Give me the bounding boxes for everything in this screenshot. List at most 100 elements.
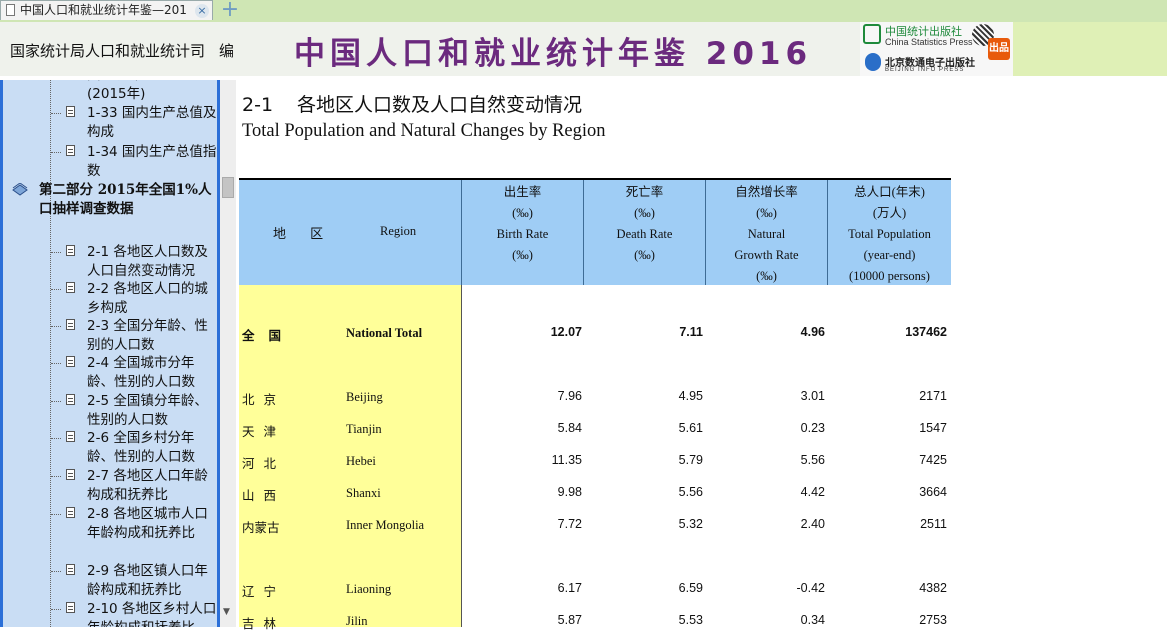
cell-death: 6.59	[678, 581, 703, 595]
cell-growth: 0.23	[800, 421, 825, 435]
cell-birth: 6.17	[557, 581, 582, 595]
cell-pop: 3664	[919, 485, 947, 499]
header-line: (‰)	[756, 269, 777, 283]
header-region-cn: 地 区	[273, 227, 334, 242]
page-icon	[66, 431, 75, 442]
table-row-total: 全国 National Total 12.07 7.11 4.96 137462	[236, 325, 951, 345]
page-icon	[66, 106, 75, 117]
region-name-cn: 全国	[242, 328, 296, 343]
toc-item-1-33[interactable]: 1-33 国内生产总值及构成	[87, 104, 217, 142]
header-line: (‰)	[756, 206, 777, 220]
tab-title: 中国人口和就业统计年鉴—201	[20, 3, 187, 17]
toc-item[interactable]: 2-5 全国镇分年龄、性别的人口数	[87, 392, 217, 430]
region-name-en: Tianjin	[346, 422, 382, 436]
header-line: 总人口(年末)	[854, 185, 925, 199]
cell-pop: 7425	[919, 453, 947, 467]
cell-birth: 5.84	[557, 421, 582, 435]
book-title: 中国人口和就业统计年鉴 2016	[294, 36, 813, 72]
toc-item[interactable]: 2-9 各地区镇人口年龄构成和抚养比	[87, 562, 217, 600]
content-pane: 2-1 各地区人口数及人口自然变动情况 Total Population and …	[236, 80, 1167, 631]
toc-item[interactable]: 2-4 全国城市分年龄、性别的人口数	[87, 354, 217, 392]
header-growth-rate: 自然增长率 (‰) Natural Growth Rate (‰)	[706, 180, 827, 285]
toc-item-label: 2-9 各地区镇人口年龄构成和抚养比	[87, 563, 208, 598]
toc-item-label: 1-34 国内生产总值指数	[87, 144, 217, 179]
cell-growth: 2.40	[800, 517, 825, 531]
region-name-cn: 内蒙古	[242, 520, 280, 535]
toc-section-part-2[interactable]: 第二部分 2015年全国1%人口抽样调查数据	[39, 181, 217, 219]
cell-death: 5.61	[678, 421, 703, 435]
region-name-en: Beijing	[346, 390, 383, 404]
cell-pop: 2511	[920, 517, 947, 531]
browser-tab-strip: 中国人口和就业统计年鉴—201 × +	[0, 0, 1167, 23]
publisher-badge: 出品	[988, 38, 1010, 60]
cell-death: 4.95	[678, 389, 703, 403]
toc-item-label: 2-6 全国乡村分年龄、性别的人口数	[87, 430, 195, 465]
region-name-en: Hebei	[346, 454, 376, 468]
cell-birth: 11.35	[551, 453, 582, 467]
tree-branch	[51, 252, 61, 254]
toc-item[interactable]: 2-7 各地区人口年龄构成和抚养比	[87, 467, 217, 505]
toc-item-label: 1-33 国内生产总值及构成	[87, 105, 217, 140]
page-icon	[66, 356, 75, 367]
region-name-cn: 天津	[242, 424, 286, 439]
toc-item[interactable]: 2-10 各地区乡村人口年龄构成和抚养比	[87, 600, 217, 627]
scrollbar-thumb[interactable]	[222, 177, 234, 198]
table-row: 吉林 Jilin 5.87 5.53 0.34 2753	[236, 613, 951, 633]
cell-birth: 12.07	[550, 325, 582, 339]
cell-death: 5.56	[678, 485, 703, 499]
cell-death: 5.79	[678, 453, 703, 467]
tree-branch	[51, 401, 61, 403]
toc-item-1-34[interactable]: 1-34 国内生产总值指数	[87, 143, 217, 181]
region-name-cn: 山西	[242, 488, 286, 503]
header-line: Natural	[747, 227, 786, 241]
cell-pop: 4382	[919, 581, 947, 595]
toc-item[interactable]: 2-8 各地区城市人口年龄构成和抚养比	[87, 505, 217, 562]
scroll-down-arrow-icon[interactable]: ▼	[223, 607, 230, 617]
editor-name: 国家统计局人口和就业统计司	[10, 42, 206, 60]
tree-branch	[51, 438, 61, 440]
cell-growth: 5.56	[800, 453, 825, 467]
header-total-population: 总人口(年末) (万人) Total Population (year-end)…	[828, 180, 951, 285]
tree-branch	[51, 363, 61, 365]
cell-death: 5.32	[678, 517, 703, 531]
header-line: (‰)	[634, 206, 655, 220]
toc-item-label: 2-10 各地区乡村人口年龄构成和抚养比	[87, 601, 217, 627]
cell-pop: 1547	[919, 421, 947, 435]
toc-item[interactable]: 2-6 全国乡村分年龄、性别的人口数	[87, 429, 217, 467]
cell-growth: 3.01	[800, 389, 825, 403]
tree-guide-line	[50, 80, 52, 627]
header-line: Death Rate	[616, 227, 673, 241]
tree-branch	[51, 289, 61, 291]
region-name-en: Liaoning	[346, 582, 392, 596]
page-icon	[66, 319, 75, 330]
toc-item[interactable]: 2-2 各地区人口的城乡构成	[87, 280, 217, 318]
tree-branch	[51, 514, 61, 516]
new-tab-button[interactable]: +	[219, 0, 241, 21]
toc-item-partial-text[interactable]: (2015年)	[87, 85, 217, 104]
cell-pop: 137462	[905, 325, 947, 339]
close-tab-icon[interactable]: ×	[195, 4, 209, 18]
publisher-logos: 中国统计出版社 China Statistics Press 出品 北京数通电子…	[860, 22, 1013, 76]
editor-suffix: 编	[219, 42, 235, 60]
toc-item-label: 2-4 全国城市分年龄、性别的人口数	[87, 355, 195, 390]
table-title-en: Total Population and Natural Changes by …	[242, 121, 606, 141]
header-line: Growth Rate	[734, 248, 799, 262]
header-line: 自然增长率	[735, 185, 798, 199]
header-banner: 国家统计局人口和就业统计司编 中国人口和就业统计年鉴 2016 中国统计出版社 …	[0, 22, 1167, 76]
sidebar-scrollbar[interactable]: ▼	[220, 80, 236, 627]
publisher2-name-en: BEIJING INFO PRESS	[885, 67, 965, 73]
publisher-name-en: China Statistics Press	[885, 37, 973, 47]
cell-birth: 7.96	[557, 389, 582, 403]
table-row: 内蒙古 Inner Mongolia 7.72 5.32 2.40 2511	[236, 517, 951, 537]
toc-item-label: 2-8 各地区城市人口年龄构成和抚养比	[87, 506, 208, 541]
toc-item[interactable]: 2-3 全国分年龄、性别的人口数	[87, 317, 217, 355]
header-line: (year-end)	[863, 248, 916, 262]
toc-item-label: 2-5 全国镇分年龄、性别的人口数	[87, 393, 208, 428]
tree-branch	[51, 476, 61, 478]
toc-item-label: 2-3 全国分年龄、性别的人口数	[87, 318, 208, 353]
page-icon	[66, 564, 75, 575]
browser-tab[interactable]: 中国人口和就业统计年鉴—201 ×	[0, 0, 213, 20]
editor-line: 国家统计局人口和就业统计司编	[10, 40, 234, 61]
header-line: (‰)	[634, 248, 655, 262]
header-line: (‰)	[512, 248, 533, 262]
